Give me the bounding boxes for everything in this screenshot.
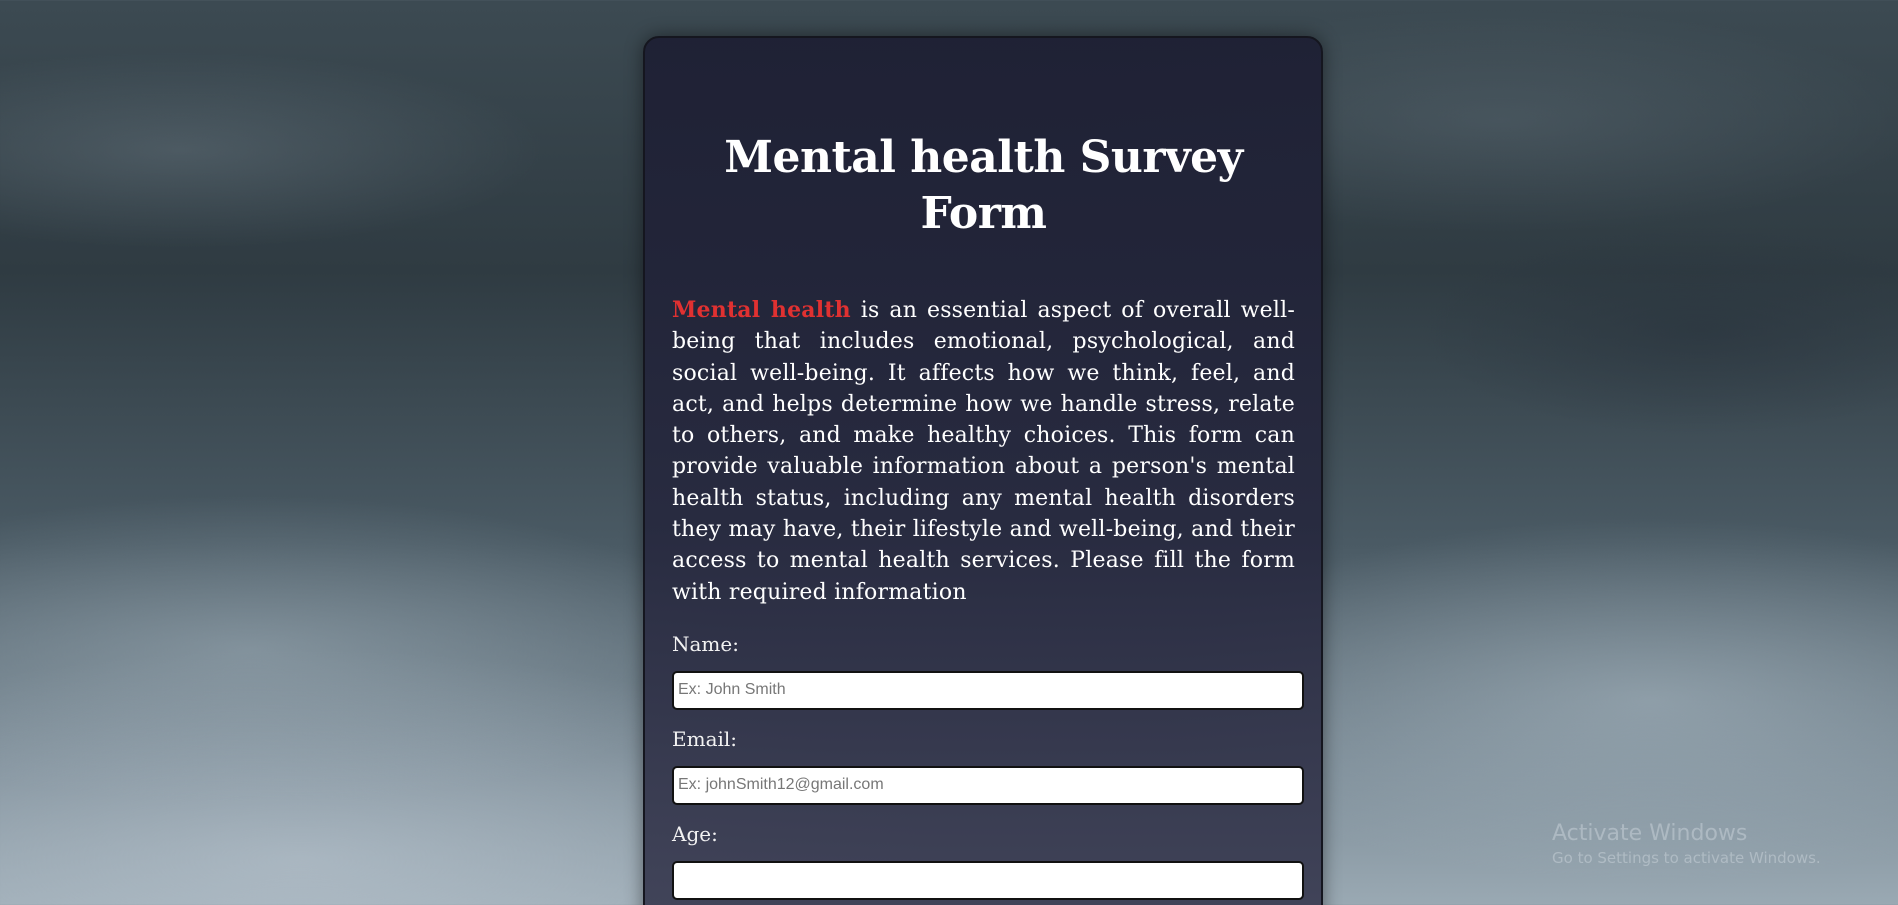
page-title: Mental health Survey Form xyxy=(724,132,1243,239)
watermark-title: Activate Windows xyxy=(1552,821,1748,846)
intro-paragraph: Mental health is an essential aspect of … xyxy=(672,295,1295,608)
intro-text: is an essential aspect of overall well-b… xyxy=(672,298,1296,605)
email-input[interactable] xyxy=(672,765,1304,805)
name-input[interactable] xyxy=(672,670,1304,710)
survey-form-card: Mental health Survey Form Mental health … xyxy=(643,36,1323,905)
watermark-subtitle: Go to Settings to activate Windows. xyxy=(1552,849,1821,867)
age-input[interactable] xyxy=(672,860,1304,900)
age-label: Age: xyxy=(672,821,718,846)
email-label: Email: xyxy=(672,726,738,751)
name-label: Name: xyxy=(672,631,739,656)
intro-highlight: Mental health xyxy=(672,297,851,323)
activate-windows-watermark: Activate Windows Go to Settings to activ… xyxy=(1552,820,1821,868)
